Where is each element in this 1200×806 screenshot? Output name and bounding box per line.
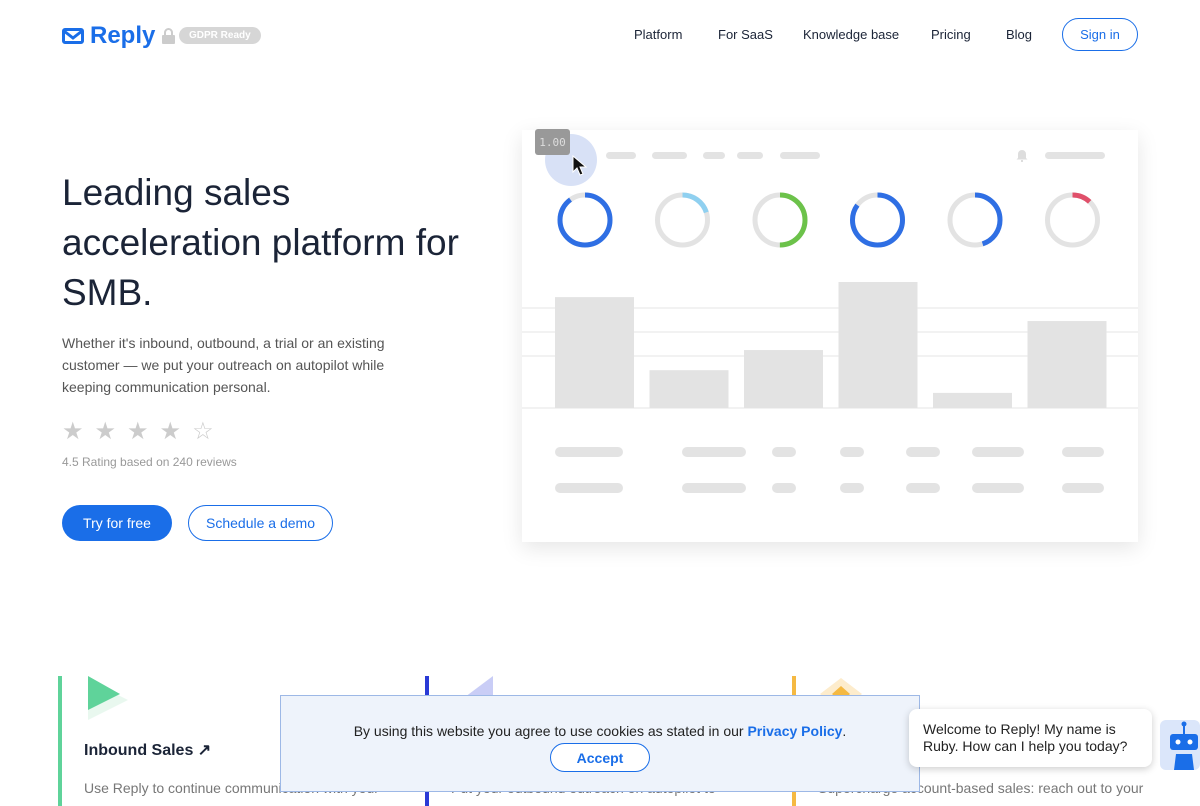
- placeholder-cell: [682, 483, 746, 493]
- star-icon: ★: [127, 418, 149, 445]
- feature-title[interactable]: Inbound Sales ↗: [84, 740, 211, 760]
- rating-text: 4.5 Rating based on 240 reviews: [62, 455, 237, 469]
- hero-title: Leading sales acceleration platform for …: [62, 172, 459, 313]
- nav-for-saas[interactable]: For SaaS: [718, 27, 773, 42]
- nav-knowledge-base[interactable]: Knowledge base: [803, 27, 899, 42]
- nav-pricing[interactable]: Pricing: [931, 27, 971, 42]
- bell-icon: [1016, 150, 1028, 162]
- dashboard-illustration: [522, 130, 1138, 542]
- placeholder-cell: [840, 447, 864, 457]
- bar-chart: [522, 282, 1138, 409]
- lock-icon: [162, 27, 175, 44]
- star-icon: ★: [62, 418, 84, 445]
- star-icon: ★: [94, 418, 117, 445]
- mail-icon: [62, 28, 84, 44]
- bar: [744, 350, 823, 408]
- bar: [933, 392, 1012, 408]
- half-star-icon: ☆: [192, 418, 214, 445]
- placeholder-cell: [772, 447, 796, 457]
- accept-cookies-button[interactable]: Accept: [550, 743, 650, 772]
- privacy-policy-link[interactable]: Privacy Policy: [747, 723, 842, 739]
- star-rating: ★ ★ ★ ★ ☆: [62, 417, 214, 446]
- placeholder-cell: [906, 483, 940, 493]
- star-icon: ★: [159, 418, 182, 445]
- placeholder-cell: [682, 447, 746, 457]
- nav-platform[interactable]: Platform: [634, 27, 682, 42]
- schedule-demo-button[interactable]: Schedule a demo: [188, 505, 333, 541]
- try-for-free-button[interactable]: Try for free: [62, 505, 172, 541]
- bar: [555, 297, 634, 408]
- placeholder-cell: [906, 447, 940, 457]
- placeholder-cell: [972, 483, 1024, 493]
- cookie-text: By using this website you agree to use c…: [353, 723, 748, 739]
- gdpr-badge: GDPR Ready: [162, 27, 261, 44]
- placeholder-cell: [840, 483, 864, 493]
- donut-charts: [557, 192, 1100, 248]
- chatbot-launcher[interactable]: [1160, 720, 1200, 770]
- donut-track: [1045, 192, 1100, 248]
- logo-text: Reply: [90, 22, 156, 49]
- robot-icon: [1170, 721, 1198, 770]
- placeholder-cell: [972, 447, 1024, 457]
- play-icon: [88, 676, 128, 720]
- cursor-icon: [572, 155, 588, 176]
- sign-in-button[interactable]: Sign in: [1062, 18, 1138, 51]
- nav-blog[interactable]: Blog: [1006, 27, 1032, 42]
- bar: [1027, 321, 1107, 408]
- placeholder-cell: [772, 483, 796, 493]
- logo[interactable]: Reply: [62, 22, 155, 50]
- hero-subtitle: Whether it's inbound, outbound, a trial …: [62, 335, 385, 395]
- bar: [838, 282, 918, 408]
- cookie-banner: By using this website you agree to use c…: [280, 695, 920, 792]
- donut-arc: [557, 192, 613, 248]
- gdpr-label: GDPR Ready: [179, 27, 261, 44]
- placeholder-cell: [555, 447, 623, 457]
- placeholder-cell: [1062, 447, 1104, 457]
- placeholder-cell: [555, 483, 623, 493]
- chat-bubble[interactable]: Welcome to Reply! My name is Ruby. How c…: [909, 709, 1152, 767]
- tooltip: 1.00: [535, 129, 570, 155]
- bar: [649, 370, 729, 408]
- placeholder-cell: [1062, 483, 1104, 493]
